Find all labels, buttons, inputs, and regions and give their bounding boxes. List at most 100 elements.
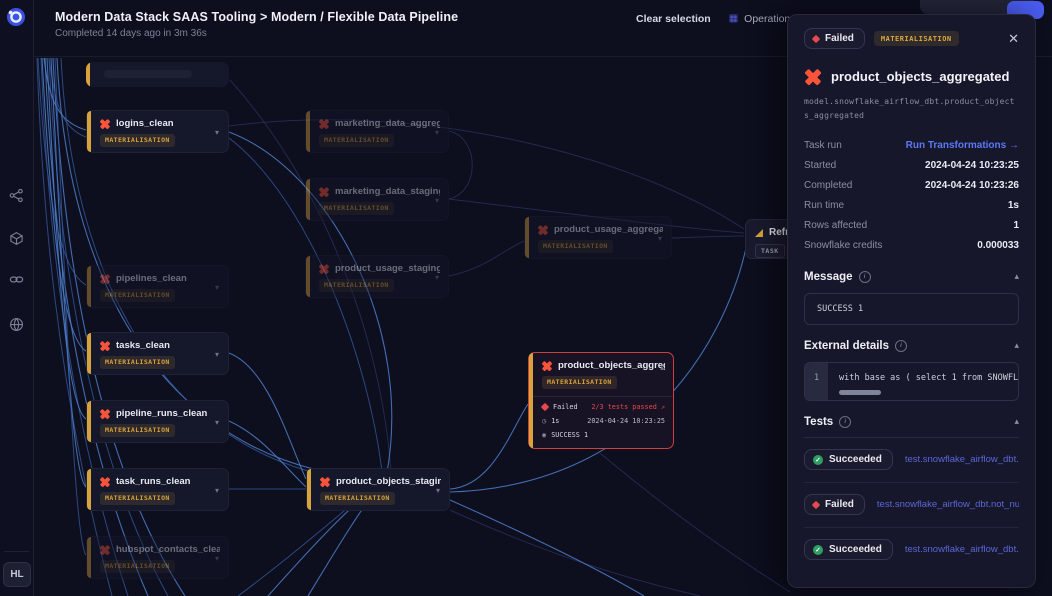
node-detail-panel: Failed MATERIALISATION ✕ product_objects…	[787, 14, 1036, 588]
field-row: Started 2024-04-24 10:23:25	[804, 156, 1019, 176]
chevron-down-icon[interactable]: ▾	[435, 273, 439, 282]
graph-node-product-usage-aggregated[interactable]: product_usage_aggregated ▾ MATERIALISATI…	[524, 216, 672, 259]
line-number: 1	[805, 363, 828, 400]
failed-diamond-icon	[541, 403, 549, 411]
chevron-down-icon[interactable]: ▾	[658, 234, 662, 243]
materialisation-badge: MATERIALISATION	[100, 289, 175, 302]
close-icon[interactable]: ✕	[1008, 32, 1019, 45]
orchestra-logo[interactable]	[6, 7, 26, 27]
dbt-icon	[100, 119, 110, 129]
field-row: Task run Run Transformations →	[804, 136, 1019, 156]
chevron-down-icon[interactable]: ▾	[215, 554, 219, 563]
materialisation-badge: MATERIALISATION	[874, 31, 959, 46]
chevron-down-icon[interactable]: ▾	[215, 350, 219, 359]
dbt-icon	[100, 409, 110, 419]
succeeded-badge: ✓ Succeeded	[804, 449, 893, 470]
graph-node-tasks-clean[interactable]: tasks_clean ▾ MATERIALISATION	[86, 332, 229, 375]
test-link[interactable]: test.snowflake_airflow_dbt.unique_pro	[905, 454, 1019, 465]
test-row: ✓ Succeeded test.snowflake_airflow_dbt.n…	[804, 528, 1019, 572]
collapse-icon[interactable]: ▴	[1014, 340, 1019, 351]
sql-code-block: 1 with base as ( select 1 from SNOWFLAKE	[804, 362, 1019, 401]
run-details: Task run Run Transformations → Started 2…	[804, 136, 1019, 256]
materialisation-badge: MATERIALISATION	[319, 279, 394, 292]
succeeded-badge: ✓ Succeeded	[804, 539, 893, 560]
check-circle-icon: ✓	[813, 545, 823, 555]
test-row: Failed test.snowflake_airflow_dbt.not_nu…	[804, 483, 1019, 528]
user-avatar[interactable]: HL	[3, 562, 31, 587]
test-link[interactable]: test.snowflake_airflow_dbt.not_null_pr	[905, 544, 1019, 555]
materialisation-badge: MATERIALISATION	[100, 492, 175, 505]
task-icon	[755, 229, 763, 237]
check-circle-icon: ✓	[813, 455, 823, 465]
divider	[533, 396, 673, 397]
chevron-down-icon[interactable]: ▾	[215, 128, 219, 137]
materialisation-badge: MATERIALISATION	[542, 376, 617, 389]
integrations-nav-icon[interactable]	[9, 272, 24, 287]
sql-code-line: with base as ( select 1 from SNOWFLAKE	[839, 373, 1018, 383]
materialisation-badge: MATERIALISATION	[100, 560, 175, 573]
info-icon[interactable]: i	[839, 416, 851, 428]
graph-node-marketing-data-staging[interactable]: marketing_data_staging ▾ MATERIALISATION	[305, 178, 449, 221]
graph-node-pipelines-clean[interactable]: pipelines_clean ▾ MATERIALISATION	[86, 265, 229, 308]
chevron-up-icon[interactable]: ▴	[660, 363, 664, 372]
graph-node-product-objects-staging[interactable]: product_objects_staging ▾ MATERIALISATIO…	[306, 468, 450, 511]
failed-diamond-icon	[812, 501, 820, 509]
graph-node-marketing-data-aggregated[interactable]: marketing_data_aggregated ▾ MATERIALISAT…	[305, 110, 449, 153]
info-icon[interactable]: i	[859, 271, 871, 283]
external-link-icon: ↗	[661, 403, 665, 411]
graph-node-hubspot-contacts-clean[interactable]: hubspot_contacts_clean ▾ MATERIALISATION	[86, 536, 229, 579]
materialisation-badge: MATERIALISATION	[100, 424, 175, 437]
graph-node-product-usage-staging[interactable]: product_usage_staging ▾ MATERIALISATION	[305, 255, 449, 298]
node-time-row: ◷ 1s 2024-04-24 10:23:25	[542, 417, 665, 425]
task-type-badge: TASK	[755, 244, 785, 258]
status-badge: Failed	[804, 28, 865, 49]
message-box: SUCCESS 1	[804, 293, 1019, 325]
field-row: Rows affected 1	[804, 216, 1019, 236]
dbt-icon	[542, 361, 552, 371]
dbt-icon	[100, 545, 110, 555]
field-row: Run time 1s	[804, 196, 1019, 216]
clock-icon: ◷	[542, 418, 546, 425]
collapse-icon[interactable]: ▴	[1014, 416, 1019, 427]
graph-node-pipeline-runs-clean[interactable]: pipeline_runs_clean ▾ MATERIALISATION	[86, 400, 229, 443]
graph-node-partial[interactable]	[86, 62, 229, 87]
model-path: model.snowflake_airflow_dbt.product_obje…	[804, 95, 1019, 124]
materialisation-badge: MATERIALISATION	[319, 134, 394, 147]
dbt-icon	[100, 477, 110, 487]
run-transformations-link[interactable]: Run Transformations →	[906, 140, 1019, 151]
chevron-down-icon[interactable]: ▾	[215, 486, 219, 495]
info-icon[interactable]: i	[895, 340, 907, 352]
tests-summary-link[interactable]: 2/3 tests passed ↗	[591, 403, 665, 411]
dbt-icon	[319, 119, 329, 129]
dbt-icon	[100, 341, 110, 351]
node-status-row: Failed 2/3 tests passed ↗	[542, 403, 665, 411]
failed-diamond-icon	[812, 34, 820, 42]
dbt-icon	[804, 68, 821, 85]
message-section-header: Message i ▴	[804, 271, 1019, 283]
graph-node-task-runs-clean[interactable]: task_runs_clean ▾ MATERIALISATION	[86, 468, 229, 511]
clear-selection-button[interactable]: Clear selection	[636, 13, 711, 25]
field-row: Completed 2024-04-24 10:23:26	[804, 176, 1019, 196]
chevron-down-icon[interactable]: ▾	[435, 196, 439, 205]
graph-node-product-objects-aggregated-selected[interactable]: product_objects_aggregated ▴ MATERIALISA…	[528, 352, 674, 449]
collapse-icon[interactable]: ▴	[1014, 271, 1019, 282]
chevron-down-icon[interactable]: ▾	[435, 128, 439, 137]
test-link[interactable]: test.snowflake_airflow_dbt.not_null_pr	[877, 499, 1019, 510]
field-row: Snowflake credits 0.000033	[804, 236, 1019, 256]
environments-nav-icon[interactable]	[9, 317, 24, 332]
chevron-down-icon[interactable]: ▾	[215, 418, 219, 427]
materialisation-badge: MATERIALISATION	[100, 134, 175, 147]
materialisation-badge: MATERIALISATION	[100, 356, 175, 369]
materialisation-badge: MATERIALISATION	[320, 492, 395, 505]
dbt-icon	[320, 477, 330, 487]
horizontal-scrollbar[interactable]	[839, 390, 881, 395]
products-nav-icon[interactable]	[9, 231, 24, 246]
chevron-down-icon[interactable]: ▾	[215, 283, 219, 292]
pipelines-nav-icon[interactable]	[9, 188, 24, 203]
node-placeholder	[104, 70, 192, 78]
chevron-down-icon[interactable]: ▾	[436, 486, 440, 495]
materialisation-badge: MATERIALISATION	[538, 240, 613, 253]
node-message-row: ◉ SUCCESS 1	[542, 431, 665, 439]
graph-node-logins-clean[interactable]: logins_clean ▾ MATERIALISATION	[86, 110, 229, 153]
panel-title: product_objects_aggregated	[831, 69, 1009, 84]
